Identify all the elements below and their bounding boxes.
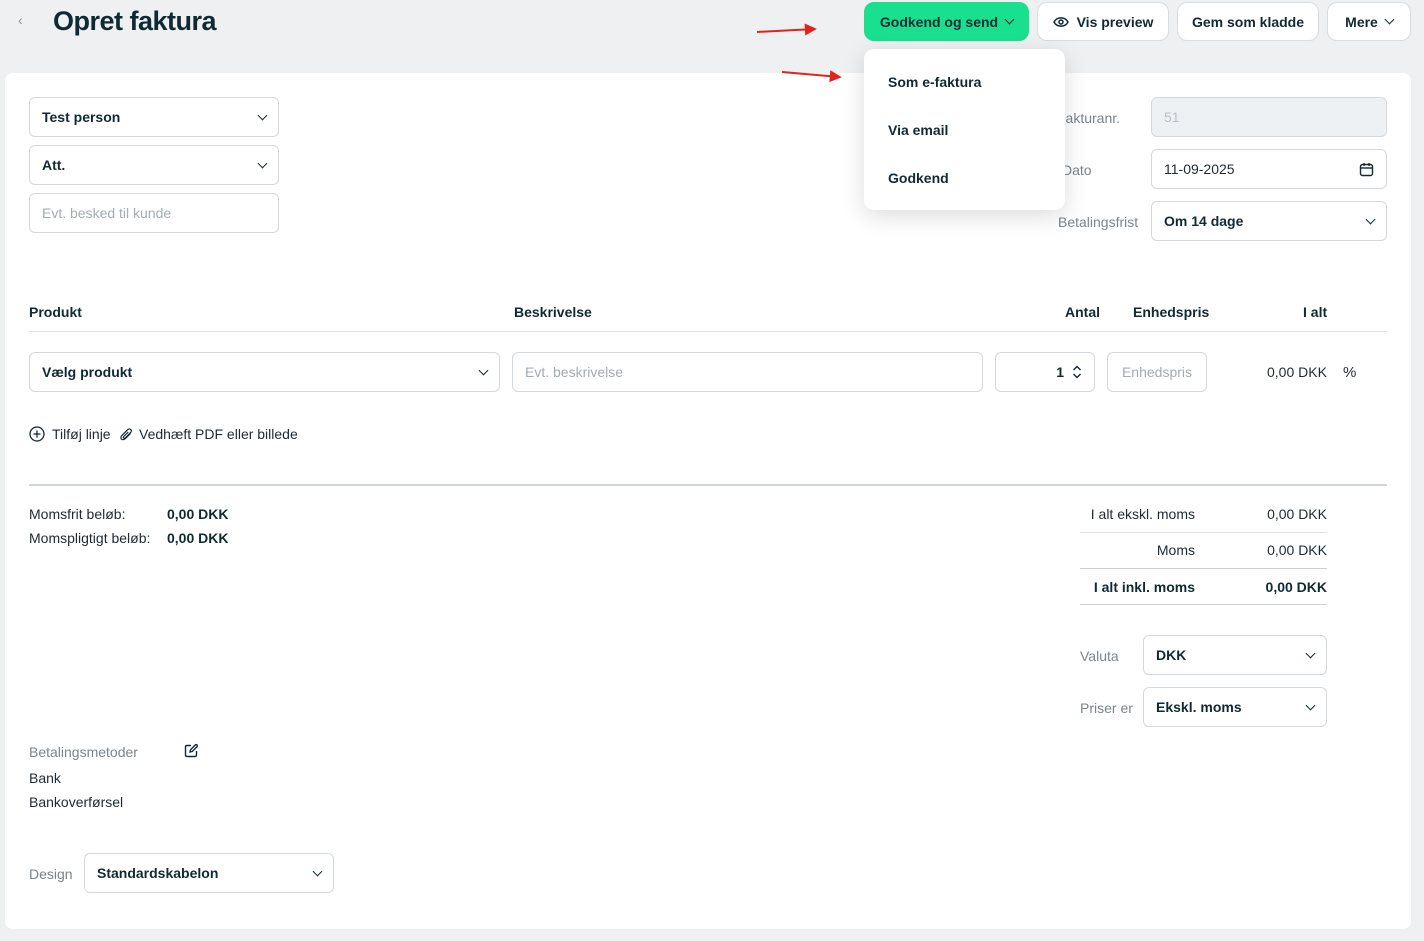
chevron-down-icon [257, 158, 268, 168]
currency-value: DKK [1156, 647, 1187, 663]
col-total: I alt [1303, 304, 1328, 320]
divider [1080, 604, 1327, 605]
approve-send-label: Godkend og send [879, 13, 999, 30]
chevron-down-icon [478, 365, 489, 375]
prices-select[interactable]: Ekskl. moms [1143, 687, 1327, 727]
vat-free-label: Momsfrit beløb: [29, 506, 126, 522]
divider [29, 331, 1387, 332]
save-draft-button[interactable]: Gem som kladde [1177, 2, 1319, 41]
att-select[interactable]: Att. [29, 145, 279, 185]
qty-value: 1 [1056, 364, 1064, 380]
more-button[interactable]: Mere [1327, 2, 1411, 41]
design-select[interactable]: Standardskabelon [84, 853, 334, 893]
chevron-down-icon [1365, 214, 1376, 224]
attach-label: Vedhæft PDF eller billede [139, 426, 298, 442]
attach-button[interactable]: Vedhæft PDF eller billede [120, 426, 298, 442]
page-title: Opret faktura [53, 6, 217, 36]
currency-select[interactable]: DKK [1143, 635, 1327, 675]
vat-free-value: 0,00 DKK [167, 506, 229, 522]
chevron-down-icon [1305, 648, 1316, 658]
date-label: Dato [1062, 162, 1092, 178]
menu-item-approve[interactable]: Godkend [888, 170, 949, 186]
product-select[interactable]: Vælg produkt [29, 352, 500, 392]
add-line-button[interactable]: Tilføj linje [29, 426, 111, 442]
design-label: Design [29, 866, 73, 882]
divider [1080, 532, 1327, 533]
design-value: Standardskabelon [97, 865, 219, 881]
chevron-down-icon [257, 110, 268, 120]
add-line-label: Tilføj linje [52, 426, 111, 442]
approve-send-button[interactable]: Godkend og send [864, 2, 1029, 41]
chevron-down-icon [312, 866, 323, 876]
prices-label: Priser er [1080, 700, 1133, 716]
edit-icon[interactable] [183, 743, 199, 759]
vat-liable-value: 0,00 DKK [167, 530, 229, 546]
back-icon[interactable]: ‹ [18, 12, 23, 28]
more-label: Mere [1345, 13, 1378, 30]
due-value: Om 14 dage [1164, 213, 1244, 229]
payment-methods-label: Betalingsmetoder [29, 744, 138, 760]
currency-label: Valuta [1080, 648, 1119, 664]
stepper-icon[interactable] [1072, 364, 1082, 380]
col-product: Produkt [29, 304, 82, 320]
invoice-number-value: 51 [1164, 109, 1180, 125]
description-placeholder: Evt. beskrivelse [525, 364, 624, 380]
discount-icon[interactable]: % [1343, 364, 1356, 381]
preview-label: Vis preview [1076, 13, 1154, 30]
unit-price-placeholder: Enhedspris [1121, 364, 1193, 380]
customer-message-input[interactable]: Evt. besked til kunde [29, 193, 279, 233]
chevron-down-icon [1384, 14, 1395, 25]
prices-value: Ekskl. moms [1156, 699, 1242, 715]
invoice-number-label: Fakturanr. [1057, 110, 1121, 126]
invoice-number-field: 51 [1151, 97, 1387, 137]
payment-method-bank: Bank [29, 770, 61, 786]
payment-method-transfer: Bankoverførsel [29, 794, 124, 810]
menu-item-via-email[interactable]: Via email [888, 122, 948, 138]
date-value: 11-09-2025 [1164, 161, 1235, 177]
unit-price-input[interactable]: Enhedspris [1107, 352, 1207, 392]
eye-icon [1052, 16, 1069, 27]
chevron-down-icon [1305, 700, 1316, 710]
total-incl-label: I alt inkl. moms [1093, 579, 1195, 595]
annotation-arrow [756, 27, 815, 33]
preview-button[interactable]: Vis preview [1037, 2, 1169, 41]
vat-value: 0,00 DKK [1267, 542, 1327, 558]
chevron-down-icon [1004, 14, 1015, 25]
save-draft-label: Gem som kladde [1191, 13, 1305, 30]
date-field[interactable]: 11-09-2025 [1151, 149, 1387, 189]
vat-liable-label: Momspligtigt beløb: [29, 530, 151, 546]
line-total: 0,00 DKK [1267, 364, 1327, 380]
contact-value: Test person [42, 109, 121, 125]
product-value: Vælg produkt [42, 364, 133, 380]
divider [29, 484, 1387, 486]
due-label: Betalingsfrist [1058, 214, 1139, 230]
send-dropdown-menu: Som e-faktura Via email Godkend [864, 49, 1065, 210]
plus-circle-icon [29, 426, 45, 442]
contact-select[interactable]: Test person [29, 97, 279, 137]
divider [1080, 568, 1327, 569]
menu-item-e-invoice[interactable]: Som e-faktura [888, 74, 981, 90]
col-description: Beskrivelse [514, 304, 592, 320]
total-excl-value: 0,00 DKK [1267, 506, 1327, 522]
col-qty: Antal [1065, 304, 1100, 320]
total-incl-value: 0,00 DKK [1265, 579, 1327, 595]
customer-message-placeholder: Evt. besked til kunde [42, 205, 172, 221]
due-select[interactable]: Om 14 dage [1151, 201, 1387, 241]
paperclip-icon [120, 427, 132, 440]
calendar-icon[interactable] [1359, 162, 1374, 177]
description-input[interactable]: Evt. beskrivelse [512, 352, 983, 392]
col-unit-price: Enhedspris [1133, 304, 1210, 320]
total-excl-label: I alt ekskl. moms [1090, 506, 1195, 522]
att-value: Att. [42, 157, 66, 173]
qty-stepper[interactable]: 1 [995, 352, 1095, 392]
vat-label: Moms [1156, 542, 1195, 558]
